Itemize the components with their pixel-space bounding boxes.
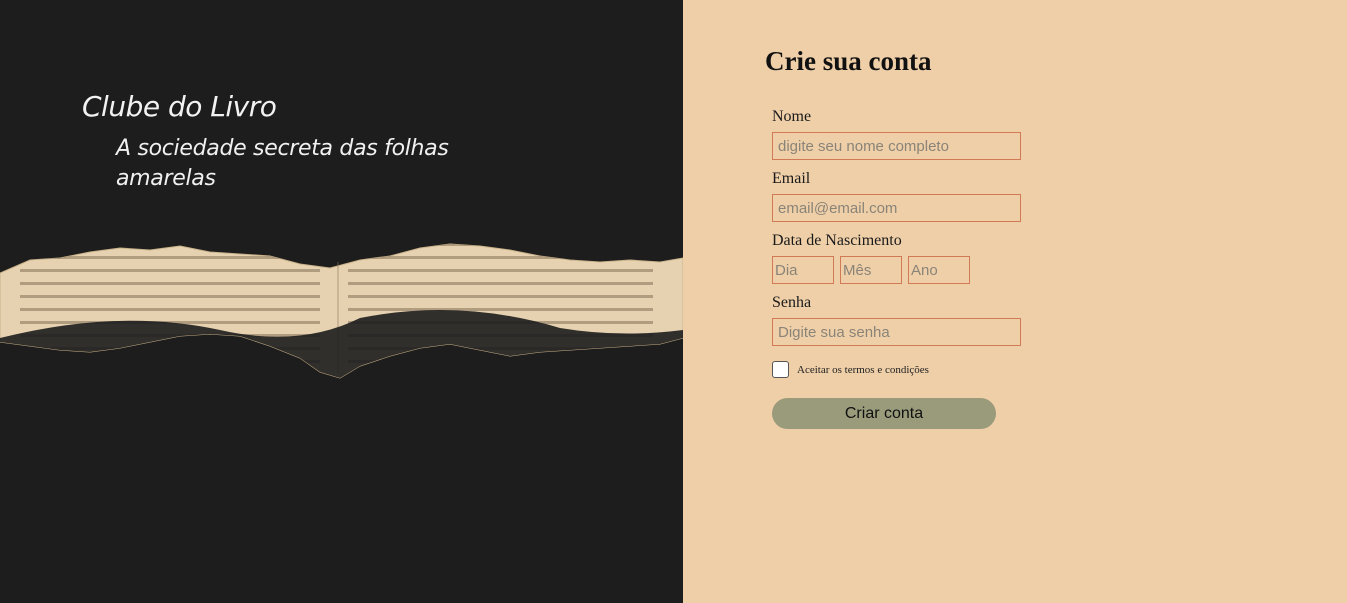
torn-newspaper-image: [0, 243, 683, 379]
terms-label: Aceitar os termos e condições: [797, 363, 929, 376]
form-heading: Crie sua conta: [765, 46, 932, 76]
terms-row: Aceitar os termos e condições: [772, 361, 1032, 378]
birthdate-row: [772, 256, 1032, 284]
hero-panel: Clube do Livro A sociedade secreta das f…: [0, 0, 683, 603]
brand-tagline: A sociedade secreta das folhas amarelas: [116, 136, 449, 191]
terms-checkbox[interactable]: [772, 361, 789, 378]
password-label: Senha: [772, 294, 812, 311]
signup-panel: Crie sua conta Nome Email Data de Nascim…: [683, 0, 1347, 603]
brand-title: Clube do Livro: [82, 90, 277, 123]
signup-form: Nome Email Data de Nascimento Senha Acei…: [772, 108, 1032, 429]
create-account-button[interactable]: Criar conta: [772, 398, 996, 429]
year-input[interactable]: [908, 256, 970, 284]
name-label: Nome: [772, 108, 812, 125]
day-input[interactable]: [772, 256, 834, 284]
email-input[interactable]: [772, 194, 1021, 222]
month-input[interactable]: [840, 256, 902, 284]
password-input[interactable]: [772, 318, 1021, 346]
email-label: Email: [772, 170, 811, 187]
name-input[interactable]: [772, 132, 1021, 160]
birthdate-label: Data de Nascimento: [772, 232, 902, 249]
